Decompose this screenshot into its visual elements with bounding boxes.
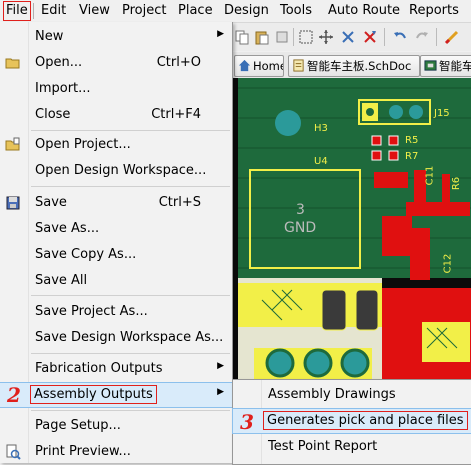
- j15-pin-2: [389, 105, 403, 119]
- submenu-item-test-point-report[interactable]: Test Point Report: [233, 435, 471, 459]
- menu-item-open-project[interactable]: Open Project...: [0, 133, 232, 157]
- through-hole-pad-2: [303, 348, 333, 378]
- menu-edit[interactable]: Edit: [41, 2, 66, 20]
- pad-number-label: 3: [296, 202, 305, 218]
- menu-item-open-design-workspace[interactable]: Open Design Workspace...: [0, 159, 232, 183]
- copy-icon[interactable]: [234, 29, 250, 45]
- menubar-divider: [33, 3, 34, 19]
- menu-item-save[interactable]: Save Ctrl+S: [0, 191, 232, 215]
- print-preview-icon: [6, 444, 21, 460]
- annotation-step-3: 3: [240, 410, 254, 434]
- clear-filter-icon[interactable]: [362, 29, 378, 45]
- ref-r5-label: R5: [405, 135, 419, 146]
- menu-item-save-project-as[interactable]: Save Project As...: [0, 300, 232, 324]
- menu-item-save-copy-as[interactable]: Save Copy As...: [0, 243, 232, 267]
- menu-item-import[interactable]: Import...: [0, 77, 232, 101]
- redo-icon[interactable]: [414, 29, 430, 45]
- menu-file[interactable]: File: [3, 1, 31, 21]
- submenu-arrow-icon: ▶: [217, 29, 224, 39]
- submenu-item-generate-pick-and-place[interactable]: Generates pick and place files: [232, 408, 471, 434]
- ref-r6-label: R6: [451, 176, 463, 191]
- schematic-doc-icon: [293, 59, 304, 72]
- submenu-arrow-icon: ▶: [217, 361, 224, 371]
- undo-icon[interactable]: [392, 29, 408, 45]
- menu-place[interactable]: Place: [178, 2, 213, 20]
- menu-item-print-preview[interactable]: Print Preview...: [0, 440, 232, 464]
- ref-h3-label: H3: [314, 123, 328, 134]
- through-hole-pad-1: [265, 348, 295, 378]
- toolbar-divider: [384, 28, 385, 46]
- deselect-icon[interactable]: [340, 29, 356, 45]
- menu-item-save-design-workspace-as[interactable]: Save Design Workspace As...: [0, 326, 232, 350]
- toolbar-divider: [436, 28, 437, 46]
- menu-item-open[interactable]: Open... Ctrl+O: [0, 51, 232, 75]
- document-tabs: Home 智能车主板.SchDoc 智能车: [232, 52, 471, 78]
- menu-design[interactable]: Design: [224, 2, 269, 20]
- submenu-item-assembly-drawings[interactable]: Assembly Drawings: [233, 383, 471, 407]
- ref-r7-label: R7: [405, 151, 419, 162]
- menu-project[interactable]: Project: [122, 2, 166, 20]
- tab-pcb[interactable]: 智能车: [420, 55, 471, 77]
- select-area-icon[interactable]: [298, 29, 314, 45]
- menu-bar: File Edit View Project Place Design Tool…: [0, 0, 471, 23]
- menu-reports[interactable]: Reports: [409, 2, 459, 20]
- assembly-outputs-submenu: Assembly Drawings Generates pick and pla…: [232, 379, 471, 465]
- save-floppy-icon: [6, 196, 20, 210]
- menu-separator: [31, 295, 230, 296]
- ref-c11-label: C11: [424, 165, 436, 186]
- ref-j15-label: J15: [434, 108, 450, 119]
- pcb-doc-icon: [424, 60, 437, 71]
- menu-item-page-setup[interactable]: Page Setup...: [0, 414, 232, 438]
- menu-auto-route[interactable]: Auto Route: [328, 2, 400, 20]
- menu-separator: [31, 410, 230, 411]
- move-icon[interactable]: [318, 29, 334, 45]
- j15-pin-3: [409, 105, 423, 119]
- through-hole-pad-3: [340, 348, 370, 378]
- menu-item-fabrication-outputs[interactable]: Fabrication Outputs ▶: [0, 357, 232, 381]
- menu-tools[interactable]: Tools: [280, 2, 312, 20]
- net-gnd-label: GND: [284, 220, 317, 236]
- ref-c12-label: C12: [442, 253, 454, 274]
- menu-item-save-as[interactable]: Save As...: [0, 217, 232, 241]
- menu-separator: [31, 353, 230, 354]
- rubber-stamp-icon[interactable]: [274, 29, 290, 45]
- annotation-step-2: 2: [7, 383, 21, 407]
- menu-item-new[interactable]: New ▶: [0, 25, 232, 49]
- home-icon: [238, 59, 251, 72]
- open-folder-icon: [5, 58, 20, 69]
- crossprobe-icon[interactable]: [444, 29, 460, 45]
- toolbar: [232, 23, 471, 51]
- menu-item-save-all[interactable]: Save All: [0, 269, 232, 293]
- ref-u4-label: U4: [314, 156, 328, 167]
- menu-item-assembly-outputs[interactable]: Assembly Outputs ▶: [0, 382, 233, 408]
- mounting-hole-h3: [275, 110, 301, 136]
- submenu-arrow-icon: ▶: [217, 387, 224, 397]
- paste-icon[interactable]: [254, 29, 270, 45]
- menu-item-close[interactable]: Close Ctrl+F4: [0, 103, 232, 127]
- tab-home[interactable]: Home: [234, 55, 284, 77]
- menu-separator: [31, 130, 230, 131]
- tab-schematic[interactable]: 智能车主板.SchDoc: [288, 55, 420, 77]
- menu-view[interactable]: View: [79, 2, 110, 20]
- file-menu: New ▶ Open... Ctrl+O Import... Close Ctr…: [0, 22, 233, 463]
- open-project-icon: [5, 137, 20, 151]
- toolbar-divider: [293, 28, 294, 46]
- menu-separator: [31, 186, 230, 187]
